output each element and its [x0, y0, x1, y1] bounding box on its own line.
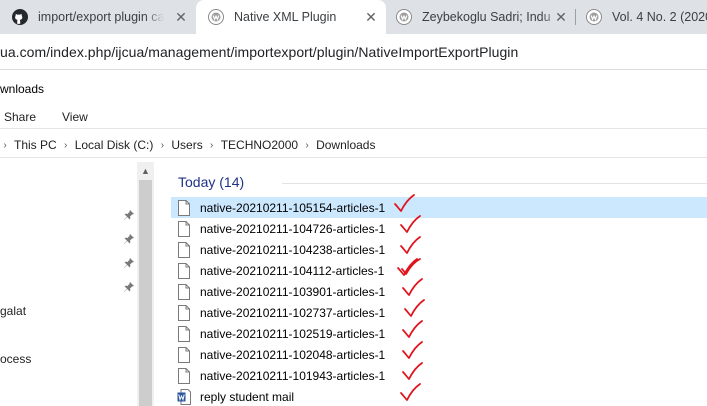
nav-item-ocess[interactable]: ocess	[0, 352, 31, 366]
tab-vol-4[interactable]: Vol. 4 No. 2 (2020)	[576, 0, 707, 34]
pin-icon[interactable]	[123, 209, 135, 221]
file-name: native-20210211-104112-articles-1	[200, 263, 385, 278]
browser-tab-strip: import/export plugin ca ✕ Native XML Plu…	[0, 0, 707, 34]
nav-scrollbar[interactable]: ▲	[137, 162, 154, 406]
ojs-icon	[396, 9, 412, 25]
github-icon	[12, 9, 28, 25]
close-icon[interactable]: ✕	[364, 10, 378, 24]
tab-title: import/export plugin ca	[38, 10, 164, 24]
file-name: reply student mail	[200, 389, 295, 404]
url-text[interactable]: ua.com/index.php/ijcua/management/import…	[0, 44, 518, 60]
group-header-today[interactable]: Today (14)	[178, 174, 244, 190]
file-name: native-20210211-103901-articles-1	[200, 284, 386, 299]
breadcrumb-this-pc[interactable]: This PC	[14, 138, 57, 152]
breadcrumb-users[interactable]: Users	[171, 138, 202, 152]
tab-title: Zeybekoglu Sadri; Indu	[422, 10, 551, 24]
file-icon	[178, 199, 190, 216]
word-document-icon	[177, 388, 191, 405]
file-name: native-20210211-102737-articles-1	[200, 305, 386, 320]
explorer-window-title: wnloads	[0, 82, 45, 96]
file-row[interactable]: native-20210211-102519-articles-1	[171, 323, 707, 344]
tab-import-export-plugin[interactable]: import/export plugin ca ✕	[0, 0, 196, 34]
group-divider	[282, 183, 707, 184]
breadcrumb[interactable]: › This PC › Local Disk (C:) › Users › TE…	[0, 134, 707, 156]
file-icon	[178, 346, 190, 363]
ribbon-divider	[0, 128, 707, 129]
file-row[interactable]: native-20210211-101943-articles-1	[171, 365, 707, 386]
file-row[interactable]: native-20210211-104238-articles-1	[171, 239, 707, 260]
file-row[interactable]: reply student mail	[171, 386, 707, 406]
scroll-thumb[interactable]	[139, 180, 152, 406]
file-row[interactable]: native-20210211-104726-articles-1	[171, 218, 707, 239]
tab-title: Native XML Plugin	[234, 10, 337, 24]
file-icon	[178, 367, 190, 384]
ribbon-tab-share[interactable]: Share	[4, 110, 36, 124]
file-name: native-20210211-102519-articles-1	[200, 326, 386, 341]
chevron-right-icon[interactable]: ›	[207, 140, 217, 151]
file-name: native-20210211-102048-articles-1	[200, 347, 386, 362]
breadcrumb-downloads[interactable]: Downloads	[316, 138, 375, 152]
ojs-icon	[586, 9, 602, 25]
file-name: native-20210211-104238-articles-1	[200, 242, 386, 257]
file-icon	[178, 241, 190, 258]
file-row[interactable]: native-20210211-104112-articles-1	[171, 260, 707, 281]
file-row[interactable]: native-20210211-102048-articles-1	[171, 344, 707, 365]
file-icon	[178, 283, 190, 300]
close-icon[interactable]: ✕	[554, 10, 568, 24]
file-row[interactable]: native-20210211-102737-articles-1	[171, 302, 707, 323]
ribbon-tab-view[interactable]: View	[62, 110, 88, 124]
nav-item-galat[interactable]: galat	[0, 304, 26, 318]
tab-native-xml-plugin[interactable]: Native XML Plugin ✕	[196, 0, 386, 34]
breadcrumb-techno2000[interactable]: TECHNO2000	[221, 138, 298, 152]
chevron-right-icon[interactable]: ›	[61, 140, 71, 151]
scroll-up-arrow-icon[interactable]: ▲	[137, 164, 154, 178]
address-bar[interactable]: ua.com/index.php/ijcua/management/import…	[0, 34, 707, 70]
file-row[interactable]: native-20210211-105154-articles-1	[171, 197, 707, 218]
file-name: native-20210211-104726-articles-1	[200, 221, 386, 236]
breadcrumb-local-disk[interactable]: Local Disk (C:)	[75, 138, 154, 152]
chevron-right-icon: ›	[3, 139, 7, 151]
chevron-right-icon[interactable]: ›	[302, 140, 312, 151]
file-name: native-20210211-101943-articles-1	[200, 368, 386, 383]
file-icon	[178, 262, 190, 279]
file-name: native-20210211-105154-articles-1	[200, 200, 386, 215]
file-row[interactable]: native-20210211-103901-articles-1	[171, 281, 707, 302]
chevron-right-icon[interactable]: ›	[157, 140, 167, 151]
pin-icon[interactable]	[123, 233, 135, 245]
pin-icon[interactable]	[123, 281, 135, 293]
pin-icon[interactable]	[123, 257, 135, 269]
ojs-icon	[208, 9, 224, 25]
close-icon[interactable]: ✕	[174, 10, 188, 24]
file-icon	[178, 325, 190, 342]
file-icon	[178, 220, 190, 237]
breadcrumb-divider	[0, 157, 707, 158]
tab-zeybekoglu[interactable]: Zeybekoglu Sadri; Indu ✕	[386, 0, 576, 34]
tab-title: Vol. 4 No. 2 (2020)	[612, 10, 707, 24]
file-icon	[178, 304, 190, 321]
